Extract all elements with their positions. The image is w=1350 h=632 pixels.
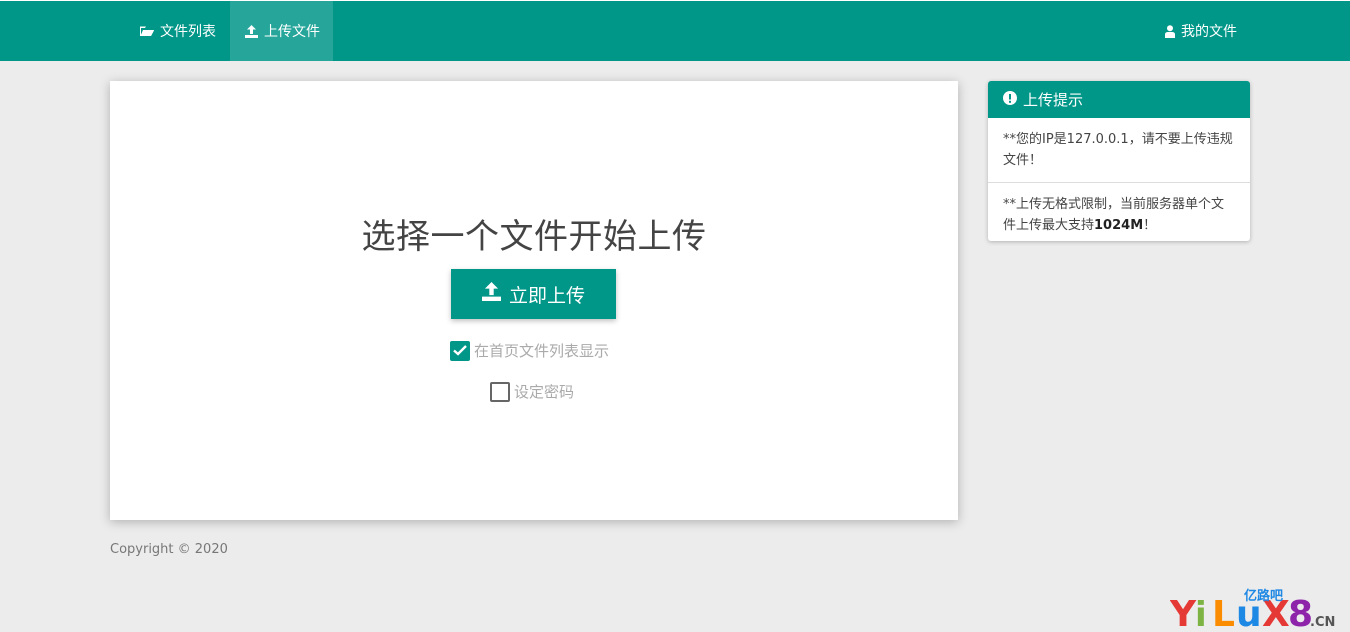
show-on-home-option[interactable]: 在首页文件列表显示 (450, 340, 609, 361)
set-password-label: 设定密码 (514, 383, 575, 401)
page-title: 选择一个文件开始上传 (361, 217, 707, 257)
svg-text:亿路吧: 亿路吧 (1244, 588, 1283, 604)
show-on-home-label: 在首页文件列表显示 (474, 342, 610, 360)
tip-limit-size: 1024M (1094, 218, 1144, 233)
show-on-home-checkbox[interactable] (450, 340, 470, 361)
upload-tips-panel: 上传提示 **您的IP是127.0.0.1，请不要上传违规文件！ **上传无格式… (988, 81, 1250, 241)
nav-file-list[interactable]: 文件列表 (128, 1, 228, 61)
tip-limit-suffix: ！ (1143, 218, 1157, 233)
set-password-option[interactable]: 设定密码 (490, 381, 574, 402)
nav-file-list-label: 文件列表 (160, 24, 216, 40)
footer-copyright: Copyright © 2020 (110, 542, 228, 557)
tip-item: **上传无格式限制，当前服务器单个文件上传最大支持1024M！ (988, 183, 1250, 241)
tip-item: **您的IP是127.0.0.1，请不要上传违规文件！ (988, 118, 1250, 183)
top-navbar: 文件列表 上传文件 我的文件 (0, 0, 1350, 61)
nav-upload-file[interactable]: 上传文件 (230, 1, 333, 61)
check-icon (453, 345, 467, 356)
set-password-checkbox[interactable] (490, 381, 510, 402)
tips-header: 上传提示 (988, 81, 1250, 118)
svg-text:L: L (1212, 594, 1235, 630)
upload-now-button[interactable]: 立即上传 (451, 269, 616, 319)
exclamation-circle-icon (1003, 90, 1017, 109)
svg-text:i: i (1195, 595, 1207, 630)
upload-icon (245, 24, 258, 38)
nav-my-files[interactable]: 我的文件 (1154, 1, 1250, 61)
upload-icon (481, 282, 501, 306)
nav-my-files-label: 我的文件 (1181, 24, 1237, 40)
watermark-logo: Y i L u X 8 亿路吧 .CN (1169, 586, 1348, 632)
user-icon (1165, 24, 1175, 38)
upload-card[interactable]: 选择一个文件开始上传 立即上传 在首页文件列表显示 设定密码 (110, 81, 958, 520)
tip-ip-text: **您的IP是127.0.0.1，请不要上传违规文件！ (1003, 132, 1233, 168)
nav-upload-file-label: 上传文件 (264, 24, 320, 40)
svg-text:.CN: .CN (1310, 615, 1335, 630)
folder-open-icon (140, 25, 154, 37)
upload-now-label: 立即上传 (508, 284, 585, 307)
svg-text:Y: Y (1170, 594, 1197, 630)
tips-title: 上传提示 (1023, 91, 1084, 109)
